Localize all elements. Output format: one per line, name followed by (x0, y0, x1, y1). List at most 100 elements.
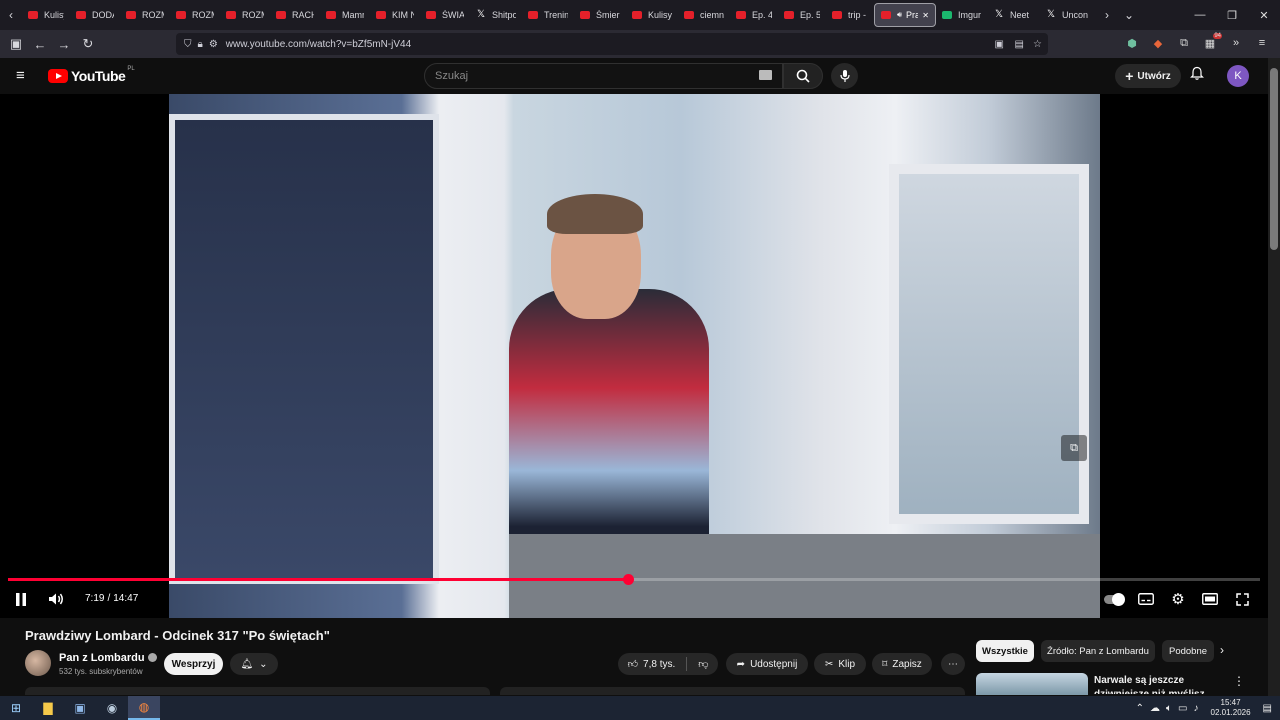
notification-preferences-button[interactable]: 🔔︎ ⌄ (230, 653, 278, 675)
browser-tab[interactable]: ŚWIAT (420, 3, 470, 27)
playing-audio-icon[interactable]: 🔊︎ (897, 10, 902, 20)
settings-button[interactable]: ⚙ (1169, 590, 1187, 608)
extension-fox-icon[interactable]: ◆ (1148, 32, 1168, 54)
create-button[interactable]: + Utwórz (1115, 64, 1181, 88)
time-display: 7:19/14:47 (85, 593, 139, 604)
permissions-icon[interactable]: ⚙︎ (209, 39, 218, 50)
browser-tab[interactable]: Kulisy (626, 3, 678, 27)
chip-similar[interactable]: Podobne (1162, 640, 1214, 662)
back-icon[interactable]: ← (28, 32, 52, 56)
subtitles-button[interactable] (1137, 590, 1155, 608)
browser-tab[interactable]: KIM N (370, 3, 420, 27)
support-button[interactable]: Wesprzyj (164, 653, 223, 675)
clip-button[interactable]: ✂ Klip (814, 653, 866, 675)
extensions-icon[interactable]: ⧉ (1174, 32, 1194, 54)
like-button[interactable]: 👍︎ 7,8 tys. (628, 658, 676, 671)
progress-bar[interactable] (8, 574, 1260, 585)
chip-all[interactable]: Wszystkie (976, 640, 1034, 662)
browser-tab[interactable]: 𝕏 Neet (988, 3, 1040, 27)
miniplayer-icon[interactable]: ⧉ (1061, 435, 1087, 461)
restore-icon[interactable]: ❐ (1216, 9, 1248, 22)
browser-tab[interactable]: ROZM (120, 3, 170, 27)
browser-tab[interactable]: DODA (70, 3, 120, 27)
url-text: www.youtube.com/watch?v=bZf5mN-jV44 (225, 38, 412, 50)
dislike-button[interactable]: 👎︎ (698, 658, 708, 670)
page-scrollbar-thumb[interactable] (1270, 68, 1278, 250)
browser-tab[interactable]: Ep. 4 (730, 3, 778, 27)
browser-tab[interactable]: Trenin (522, 3, 574, 27)
theater-mode-button[interactable] (1201, 590, 1219, 608)
browser-tab[interactable]: 𝕏 Uncon (1040, 3, 1096, 27)
channel-name-link[interactable]: Pan z Lombardu (59, 652, 157, 664)
browser-tab[interactable]: Mamr (320, 3, 370, 27)
share-button[interactable]: ➦ Udostępnij (726, 653, 808, 675)
browser-tab[interactable]: ciemn (678, 3, 730, 27)
chips-next-icon[interactable]: › (1220, 643, 1224, 657)
tab-scroll-right-icon[interactable]: › (1096, 3, 1118, 27)
firefox-icon[interactable]: ◍ (128, 696, 160, 720)
search-input[interactable]: Szukaj (424, 63, 783, 89)
fullscreen-button[interactable] (1233, 590, 1251, 608)
windows-start-icon[interactable]: ⊞ (0, 696, 32, 720)
steam-icon[interactable]: ◉ (96, 696, 128, 720)
account-avatar[interactable]: K (1227, 65, 1249, 87)
search-button[interactable] (783, 63, 823, 89)
video-player[interactable]: ⧉ 7:19/14:47 ⚙ (0, 94, 1268, 618)
overflow-menu-icon[interactable]: » (1226, 32, 1246, 54)
keyboard-icon[interactable] (759, 70, 772, 80)
browser-tab[interactable]: RACH (270, 3, 320, 27)
volume-button[interactable] (46, 590, 66, 608)
browser-tab[interactable]: trip - (826, 3, 874, 27)
browser-tab[interactable]: ROZM (170, 3, 220, 27)
bookmark-star-icon[interactable]: ☆ (1033, 39, 1042, 50)
url-bar[interactable]: ⛉ 🔒︎ ⚙︎ www.youtube.com/watch?v=bZf5mN-j… (176, 33, 1048, 55)
screenshot-icon[interactable]: ▣ (995, 39, 1004, 50)
video-frame[interactable] (169, 94, 1100, 618)
desktop-app-icon[interactable]: ▣ (64, 696, 96, 720)
notifications-center-icon[interactable]: ▤ (1263, 703, 1272, 714)
scrubber-handle[interactable] (622, 574, 634, 585)
app-menu-icon[interactable]: ≡ (1252, 32, 1272, 54)
autoplay-toggle[interactable] (1103, 590, 1125, 608)
close-window-icon[interactable]: ✕ (1248, 9, 1280, 22)
shield-icon[interactable]: ⛉ (184, 39, 192, 50)
recommended-more-icon[interactable]: ⋮ (1233, 674, 1245, 688)
list-all-tabs-icon[interactable]: ⌄ (1118, 3, 1140, 27)
browser-tab[interactable]: ROZM (220, 3, 270, 27)
speaker-icon[interactable]: ♪ (1194, 703, 1199, 714)
tray-overflow-icon[interactable]: ⌃ (1136, 703, 1144, 714)
browser-tab[interactable]: 🔊︎ Pra ✕ (874, 3, 936, 27)
recommended-title[interactable]: Narwale są jeszcze dziwniejsze niż myśli… (1094, 674, 1229, 694)
pause-button[interactable] (12, 590, 30, 608)
recommended-thumbnail[interactable] (976, 673, 1088, 695)
system-clock[interactable]: 15:47 02.01.2026 (1211, 698, 1251, 718)
extension-badge-icon[interactable]: ▦ 94 (1200, 32, 1222, 54)
sidebar-toggle-icon[interactable]: ▣ (4, 32, 28, 56)
reload-icon[interactable]: ↻ (76, 32, 100, 56)
vpn-shield-icon[interactable]: ⬢ (1122, 32, 1142, 54)
browser-tab[interactable]: 𝕏 Shitpo (470, 3, 522, 27)
guide-menu-icon[interactable]: ≡ (16, 67, 25, 84)
forward-icon[interactable]: → (52, 32, 76, 56)
file-explorer-icon[interactable]: ▇ (32, 696, 64, 720)
browser-tab[interactable]: Ep. 5 (778, 3, 826, 27)
onedrive-icon[interactable]: ☁ (1150, 703, 1160, 714)
tab-scroll-left-icon[interactable]: ‹ (0, 3, 22, 27)
volume-tray-icon[interactable]: 🔈︎ (1166, 703, 1172, 714)
chip-source-channel[interactable]: Źródło: Pan z Lombardu (1041, 640, 1155, 662)
channel-avatar[interactable] (25, 650, 51, 676)
youtube-region-code: PL (127, 66, 135, 72)
lock-icon[interactable]: 🔒︎ (198, 39, 203, 50)
more-actions-button[interactable]: ⋯ (941, 653, 965, 675)
voice-search-button[interactable] (831, 63, 858, 89)
close-tab-icon[interactable]: ✕ (922, 11, 929, 20)
browser-tab[interactable]: Kulisy (22, 3, 70, 27)
network-icon[interactable]: ▭ (1178, 703, 1187, 714)
reader-view-icon[interactable]: ▤ (1015, 39, 1024, 50)
save-button[interactable]: ⌑ Zapisz (872, 653, 932, 675)
youtube-logo[interactable]: YouTube PL (48, 66, 135, 84)
browser-tab[interactable]: Imgur (936, 3, 988, 27)
minimize-icon[interactable]: — (1184, 9, 1216, 21)
notifications-bell-icon[interactable] (1190, 66, 1204, 84)
browser-tab[interactable]: Śmier (574, 3, 626, 27)
